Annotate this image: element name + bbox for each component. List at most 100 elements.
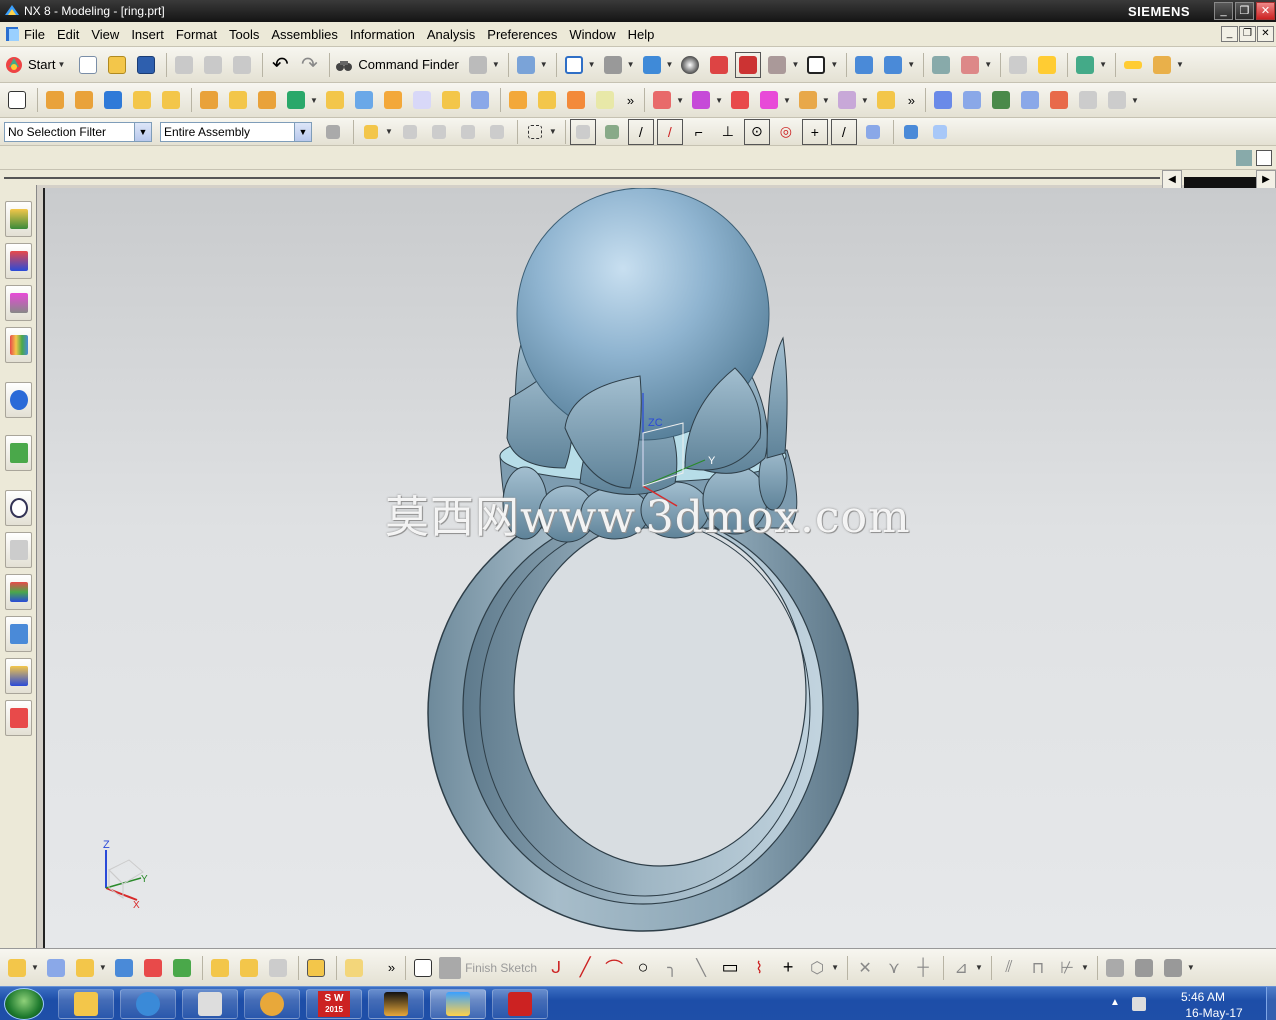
dimension-button[interactable]: ⊿	[948, 955, 974, 981]
windows-start-button[interactable]	[4, 988, 44, 1020]
surface-button[interactable]	[930, 87, 956, 113]
chevron-down-icon[interactable]: ▼	[385, 127, 393, 136]
wave-link-button[interactable]	[795, 87, 821, 113]
menu-edit[interactable]: Edit	[51, 22, 85, 47]
section-view-button[interactable]	[735, 51, 762, 78]
rotate-button[interactable]	[600, 52, 626, 78]
draft-analysis-button[interactable]	[1149, 52, 1175, 78]
circle-button[interactable]: ○	[630, 955, 656, 981]
chevron-down-icon[interactable]: ▼	[975, 963, 983, 972]
boss-button[interactable]	[158, 87, 184, 113]
quick-trim-button[interactable]: ✕	[852, 955, 878, 981]
part-navigator-tab[interactable]	[5, 285, 32, 321]
orient-view-button[interactable]	[639, 52, 665, 78]
doc-minimize-button[interactable]: _	[1221, 26, 1238, 42]
component-button[interactable]	[688, 87, 714, 113]
wave-geometry-button[interactable]	[303, 955, 329, 981]
mesh-surface-button[interactable]	[959, 87, 985, 113]
chevron-down-icon[interactable]: ▼	[715, 96, 723, 105]
pattern-button[interactable]	[592, 87, 618, 113]
tube-button[interactable]	[563, 87, 589, 113]
sketch-render-button[interactable]	[1160, 955, 1186, 981]
chevron-down-icon[interactable]: ▼	[1176, 60, 1184, 69]
rectangle-select-button[interactable]	[522, 119, 548, 145]
snap-enable-button[interactable]	[569, 118, 596, 145]
chevron-down-icon[interactable]: ▼	[1187, 963, 1195, 972]
doc-close-button[interactable]: ✕	[1257, 26, 1274, 42]
render-style-button[interactable]	[706, 52, 732, 78]
move-component-button[interactable]	[756, 87, 782, 113]
new-button[interactable]	[75, 52, 101, 78]
background-button[interactable]	[803, 52, 829, 78]
view-cube-button[interactable]	[43, 955, 69, 981]
select-tangent-button[interactable]	[484, 119, 510, 145]
manufacturing-wizards-tab[interactable]	[5, 616, 32, 652]
measure-button[interactable]	[1072, 52, 1098, 78]
undo-button[interactable]: ↶	[267, 52, 293, 78]
edge-blend-button[interactable]	[322, 87, 348, 113]
chevron-down-icon[interactable]: ▼	[666, 60, 674, 69]
quick-extend-button[interactable]: ⋎	[881, 955, 907, 981]
sketch-button[interactable]	[4, 87, 30, 113]
snap-existing-point-button[interactable]: +	[801, 118, 828, 145]
arc-button[interactable]: ⌒	[601, 955, 627, 981]
redo-button[interactable]: ↷	[296, 52, 322, 78]
layer-settings-button[interactable]	[928, 52, 954, 78]
more-chevron-icon[interactable]: »	[388, 960, 395, 975]
select-solid-button[interactable]	[898, 119, 924, 145]
chevron-down-icon[interactable]: ▼	[310, 96, 318, 105]
tray-expand-icon[interactable]: ▲	[1110, 997, 1124, 1011]
taskbar-nx[interactable]	[430, 989, 486, 1019]
explode-button[interactable]	[834, 87, 860, 113]
taskbar-media-player[interactable]	[244, 989, 300, 1019]
chamfer-button[interactable]	[351, 87, 377, 113]
rectangle-button[interactable]: ▭	[717, 955, 743, 981]
shaded-button[interactable]	[677, 52, 703, 78]
hide-button[interactable]	[1034, 52, 1060, 78]
select-sheet-button[interactable]	[927, 119, 953, 145]
auto-constrain-button[interactable]: ⊬	[1054, 955, 1080, 981]
chevron-down-icon[interactable]: ▼	[549, 127, 557, 136]
reuse-library-tab[interactable]	[5, 327, 32, 363]
assembly-scope-dropdown[interactable]: Entire Assembly ▼	[160, 121, 312, 142]
sweep-button[interactable]	[534, 87, 560, 113]
select-edge-button[interactable]	[455, 119, 481, 145]
taskbar-calculator[interactable]	[182, 989, 238, 1019]
snap-midpoint-button[interactable]: /	[656, 118, 683, 145]
finish-sketch-button[interactable]: Finish Sketch	[439, 956, 537, 979]
system-materials-tab[interactable]	[5, 532, 32, 568]
history-tab[interactable]	[5, 435, 32, 471]
snap-endpoint-button[interactable]: /	[627, 118, 654, 145]
assembly-constraint-button[interactable]	[111, 955, 137, 981]
clip-button-bottom[interactable]	[341, 955, 367, 981]
clip-button[interactable]	[764, 52, 790, 78]
chevron-down-icon[interactable]: ▼	[99, 963, 107, 972]
chevron-down-icon[interactable]: ▼	[907, 60, 915, 69]
display-constraints-button[interactable]: ⊓	[1025, 955, 1051, 981]
constraint-navigator-tab[interactable]	[5, 243, 32, 279]
draft-button[interactable]	[380, 87, 406, 113]
chevron-down-icon[interactable]: ▼	[492, 60, 500, 69]
selection-tools-button[interactable]	[513, 52, 539, 78]
through-curves-button[interactable]	[988, 87, 1014, 113]
trim-body-button[interactable]	[467, 87, 493, 113]
mate-components-button[interactable]	[140, 955, 166, 981]
menu-view[interactable]: View	[85, 22, 125, 47]
paste-button[interactable]	[229, 52, 255, 78]
chevron-down-icon[interactable]: ▼	[984, 60, 992, 69]
assembly-add-button[interactable]	[649, 87, 675, 113]
layout-icon[interactable]	[1236, 150, 1252, 166]
chevron-down-icon[interactable]: ▼	[830, 60, 838, 69]
menu-information[interactable]: Information	[344, 22, 421, 47]
maximize-button[interactable]: ❐	[1235, 2, 1254, 20]
wcs-origin-button[interactable]	[880, 52, 906, 78]
chevron-down-icon[interactable]: ▼	[783, 96, 791, 105]
scroll-right-button[interactable]: ▶	[1256, 170, 1276, 190]
process-studio-tab[interactable]	[5, 574, 32, 610]
geometric-constraint-button[interactable]: ⫽	[996, 955, 1022, 981]
palette-tab[interactable]	[5, 700, 32, 736]
select-body-button[interactable]	[397, 119, 423, 145]
chevron-down-icon[interactable]: ▼	[540, 60, 548, 69]
pad-button[interactable]	[196, 87, 222, 113]
mirror-assembly-button[interactable]	[236, 955, 262, 981]
